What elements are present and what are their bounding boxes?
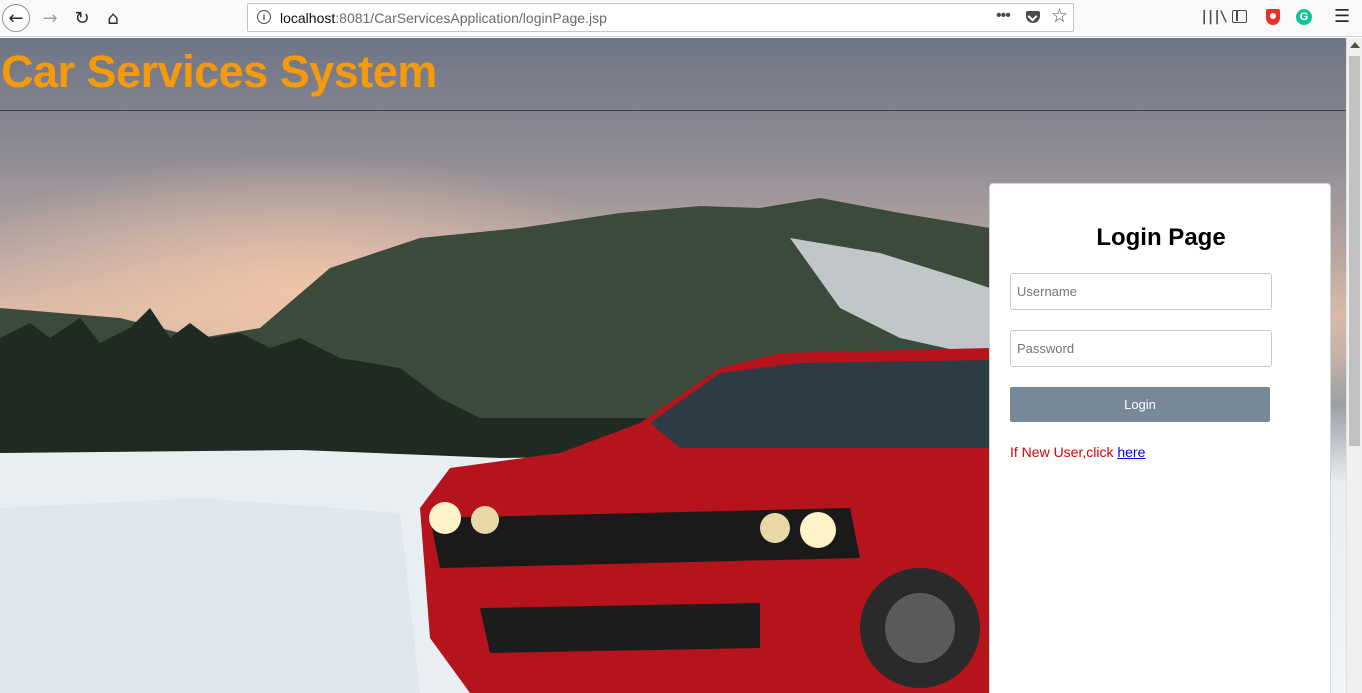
info-icon[interactable]: i (257, 10, 271, 24)
page-viewport: Car Services System Login Page Login If … (0, 38, 1346, 693)
site-header: Car Services System (0, 38, 1346, 111)
register-prompt-text: If New User,click (1010, 444, 1118, 460)
address-bar[interactable]: i localhost:8081/CarServicesApplication/… (247, 3, 1074, 32)
login-heading: Login Page (1096, 224, 1226, 251)
library-icon[interactable]: |||\ (1200, 9, 1228, 25)
username-input[interactable] (1010, 273, 1272, 310)
reload-icon[interactable]: ↻ (68, 4, 96, 32)
site-title: Car Services System (1, 46, 437, 97)
shield-extension-icon[interactable] (1266, 9, 1280, 25)
menu-icon[interactable]: ☰ (1334, 6, 1350, 27)
sidebar-icon[interactable] (1232, 10, 1247, 23)
scrollbar-thumb[interactable] (1349, 56, 1360, 446)
back-icon[interactable]: ← (2, 4, 30, 32)
url-path: :8081/CarServicesApplication/loginPage.j… (335, 10, 607, 26)
pocket-icon[interactable] (1026, 11, 1040, 23)
url-text[interactable]: localhost:8081/CarServicesApplication/lo… (280, 10, 607, 26)
home-icon[interactable]: ⌂ (99, 4, 127, 32)
login-button[interactable]: Login (1010, 387, 1270, 422)
browser-toolbar: ← → ↻ ⌂ i localhost:8081/CarServicesAppl… (0, 0, 1362, 37)
grammarly-icon[interactable]: G (1296, 9, 1312, 25)
login-card: Login Page Login If New User,click here (989, 183, 1331, 693)
bookmark-star-icon[interactable]: ☆ (1051, 5, 1068, 27)
url-host: localhost (280, 10, 336, 26)
register-link[interactable]: here (1117, 444, 1145, 460)
forward-icon[interactable]: → (36, 4, 64, 32)
vertical-scrollbar[interactable] (1346, 38, 1362, 693)
page-actions-icon[interactable]: ••• (996, 7, 1011, 25)
password-input[interactable] (1010, 330, 1272, 367)
register-prompt: If New User,click here (1010, 444, 1145, 460)
scroll-up-arrow-icon[interactable] (1350, 42, 1360, 48)
